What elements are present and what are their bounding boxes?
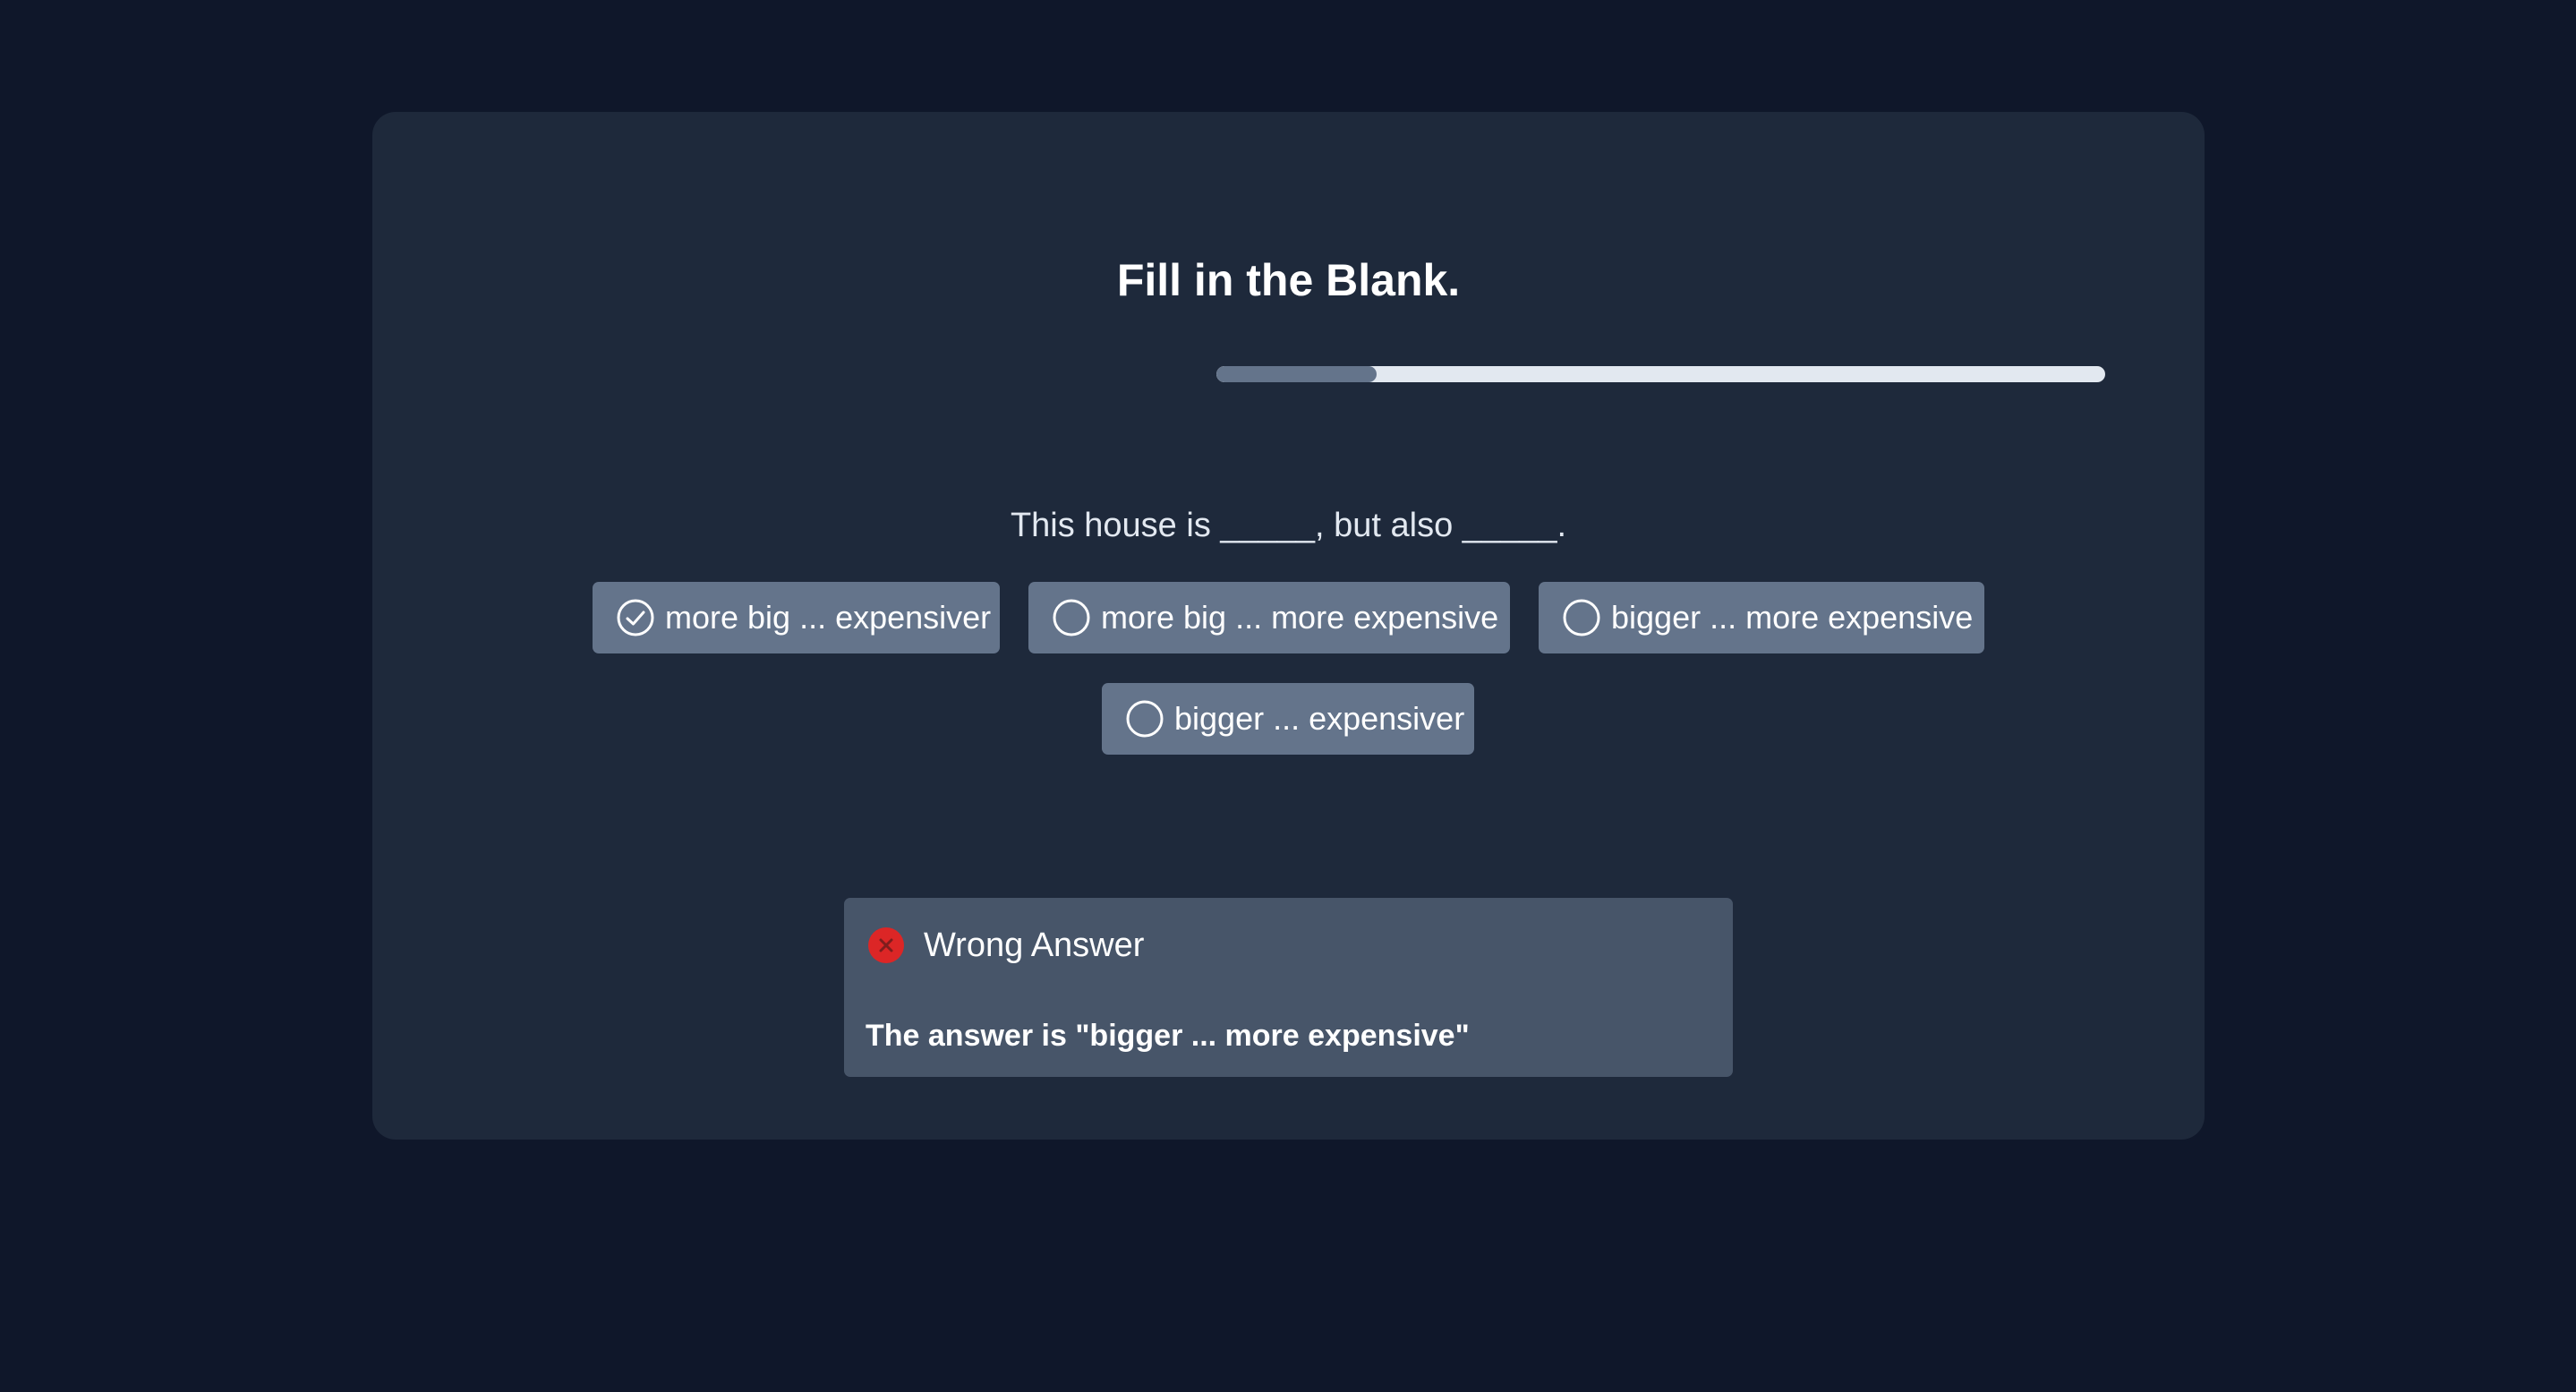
check-circle-icon [617,599,654,636]
progress-bar-fill [1216,366,1377,382]
option-label: bigger ... expensiver [1174,700,1465,737]
option-button-4[interactable]: bigger ... expensiver [1102,683,1474,755]
option-label: bigger ... more expensive [1611,599,1974,636]
x-circle-icon [868,927,904,963]
feedback-panel: Wrong Answer The answer is "bigger ... m… [844,898,1733,1077]
radio-empty-icon [1563,599,1600,636]
quiz-card: Fill in the Blank. This house is _____, … [372,112,2205,1140]
page-title: Fill in the Blank. [1116,255,1461,305]
radio-empty-icon [1126,700,1164,738]
radio-empty-icon [1053,599,1090,636]
option-label: more big ... expensiver [665,599,992,636]
correct-answer-text: The answer is "bigger ... more expensive… [866,1019,1470,1053]
option-button-1[interactable]: more big ... expensiver [593,582,1000,653]
progress-bar [1216,366,2105,382]
option-button-3[interactable]: bigger ... more expensive [1539,582,1984,653]
option-button-2[interactable]: more big ... more expensive [1028,582,1510,653]
feedback-title: Wrong Answer [924,927,1145,964]
question-text: This house is _____, but also _____. [1010,507,1567,544]
option-label: more big ... more expensive [1101,599,1499,636]
